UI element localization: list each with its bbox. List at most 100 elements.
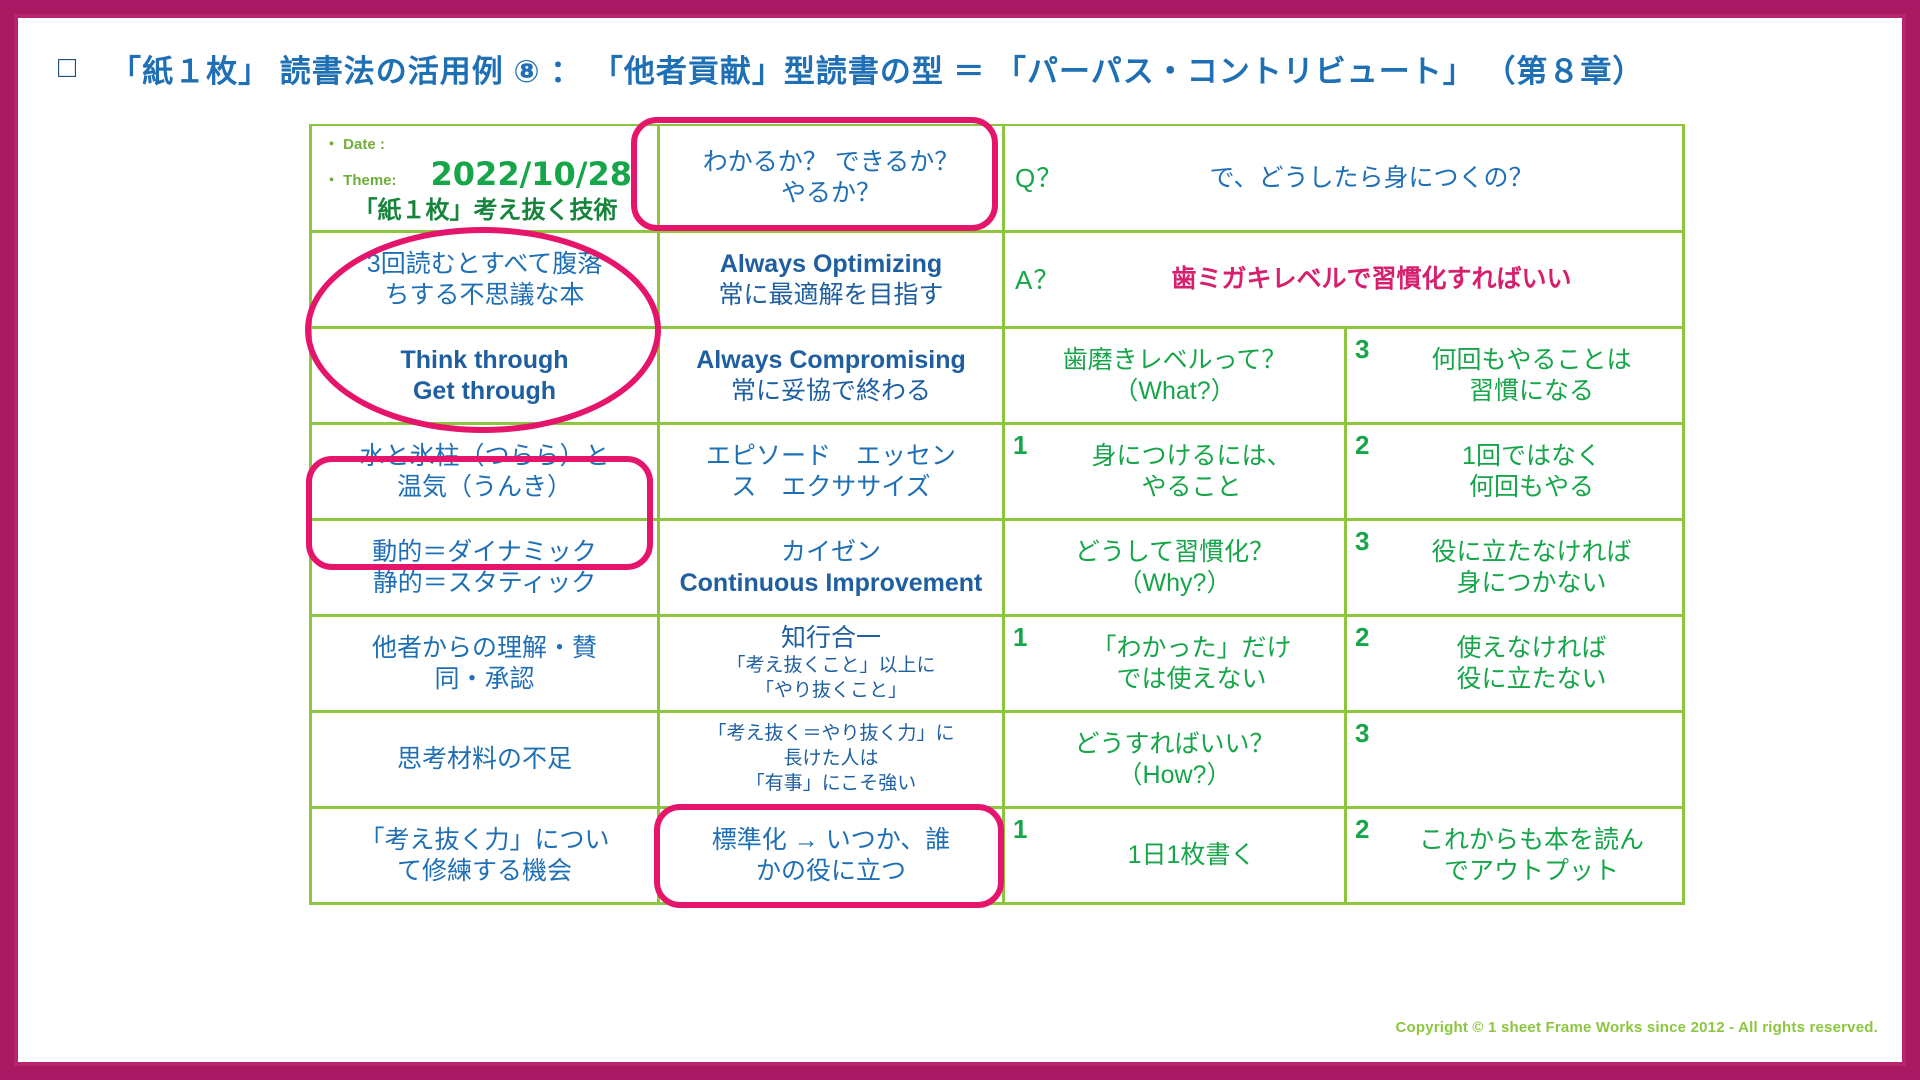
cell-line: 習慣になる (1468, 376, 1594, 405)
cell-line: Always Compromising (696, 345, 966, 374)
cell-line: 常に最適解を目指す (718, 280, 944, 309)
date-value: 2022/10/28 (430, 154, 633, 193)
question-tag: Q？ (1015, 162, 1064, 193)
cell-r5c2: カイゼン Continuous Improvement (660, 521, 1005, 618)
item-number: 3 (1355, 526, 1370, 557)
cell-line: カイゼン (780, 537, 881, 566)
cell-r2c1: 3回読むとすべて腹落 ちする不思議な本 (312, 233, 660, 330)
cell-line: やること (1141, 472, 1242, 501)
cell-line: 思考材料の不足 (396, 745, 572, 774)
cell-r4c2: エピソード エッセン ス エクササイズ (660, 425, 1005, 522)
cell-r5c1: 動的＝ダイナミック 静的＝スタティック (312, 521, 660, 618)
cell-line: わかるか？ できるか？ (702, 148, 960, 176)
cell-line: で、どうしたら身につくの？ (1209, 163, 1534, 192)
theme-value: 「紙１枚」考え抜く技術 (353, 197, 618, 225)
cell-line: （What?） (1113, 376, 1236, 405)
cell-line: でアウトプット (1443, 856, 1619, 885)
cell-r4c3: 1 身につけるには、 やること (1005, 425, 1347, 522)
slide-inner-frame: □ 「紙１枚」 読書法の活用例 ⑧ ： 「他者貢献」型読書の型 ＝ 「パーパス・… (14, 14, 1906, 1066)
cell-line: 水と氷柱（つらら）と (359, 441, 610, 470)
cell-r5c3: どうして習慣化？ （Why?） (1005, 521, 1347, 618)
date-label: ・ Date : (324, 136, 385, 153)
cell-r7c2: 「考え抜く＝やり抜く力」に 長けた人は 「有事」にこそ強い (660, 713, 1005, 810)
cell-line: これからも本を読ん (1418, 825, 1644, 854)
footer-copyright: Copyright © 1 sheet Frame Works since 20… (1395, 1019, 1878, 1036)
cell-r3c4: 3 何回もやることは 習慣になる (1347, 329, 1685, 426)
cell-line: 歯ミガキレベルで習慣化すればいい (1171, 265, 1572, 294)
answer-tag: A？ (1015, 264, 1061, 295)
cell-line: 他者からの理解・賛 (371, 633, 597, 662)
cell-r7c4: 3 (1347, 713, 1685, 810)
cell-subline: 「有事」にこそ強い (745, 772, 917, 794)
cell-r3c2: Always Compromising 常に妥協で終わる (660, 329, 1005, 426)
cell-line: 身につけるには、 (1091, 441, 1292, 470)
theme-row: ・ Theme: 2022/10/28 (324, 155, 647, 195)
cell-r4c1: 水と氷柱（つらら）と 温気（うんき） (312, 425, 660, 522)
cell-line: 1日1枚書く (1127, 841, 1256, 870)
cell-line: 動的＝ダイナミック (372, 537, 597, 566)
cell-line: 標準化 → いつか、誰 (711, 825, 951, 854)
cell-r8c2: 標準化 → いつか、誰 かの役に立つ (660, 809, 1005, 906)
cell-r1c3-question: Q？ で、どうしたら身につくの？ (1005, 126, 1685, 234)
cell-r6c1: 他者からの理解・賛 同・承認 (312, 617, 660, 714)
page-title: □ 「紙１枚」 読書法の活用例 ⑧ ： 「他者貢献」型読書の型 ＝ 「パーパス・… (58, 42, 1882, 94)
cell-line: やるか？ (780, 179, 881, 207)
cell-r7c1: 思考材料の不足 (312, 713, 660, 810)
cell-r8c4: 2 これからも本を読ん でアウトプット (1347, 809, 1685, 906)
item-number: 3 (1355, 718, 1370, 749)
cell-line: ちする不思議な本 (384, 280, 585, 309)
cell-subline: 「やり抜くこと」 (754, 680, 907, 702)
cell-line: 身につかない (1456, 568, 1607, 597)
cell-line: ス エクササイズ (731, 472, 931, 501)
cell-r5c4: 3 役に立たなければ 身につかない (1347, 521, 1685, 618)
cell-r6c3: 1 「わかった」だけ では使えない (1005, 617, 1347, 714)
cell-line: Continuous Improvement (679, 568, 983, 597)
header-date-theme-cell: ・ Date : ・ Theme: 2022/10/28 「紙１枚」考え抜く技術 (312, 126, 660, 234)
cell-line: て修練する機会 (396, 856, 572, 885)
cell-line: 歯磨きレベルって？ (1062, 345, 1287, 374)
cell-line: （Why?） (1117, 568, 1232, 597)
cell-r8c1: 「考え抜く力」につい て修練する機会 (312, 809, 660, 906)
cell-r8c3: 1 1日1枚書く (1005, 809, 1347, 906)
date-row: ・ Date : (324, 136, 647, 155)
cell-line: 役に立たない (1456, 664, 1607, 693)
cell-r2c3-answer: A？ 歯ミガキレベルで習慣化すればいい (1005, 233, 1685, 330)
slide-canvas: □ 「紙１枚」 読書法の活用例 ⑧ ： 「他者貢献」型読書の型 ＝ 「パーパス・… (0, 0, 1920, 1080)
item-number: 1 (1013, 622, 1028, 653)
page-title-text: 「紙１枚」 読書法の活用例 ⑧ ： 「他者貢献」型読書の型 ＝ 「パーパス・コン… (110, 53, 1645, 89)
cell-line: 知行合一 (780, 624, 881, 653)
cell-r6c4: 2 使えなければ 役に立たない (1347, 617, 1685, 714)
item-number: 2 (1355, 622, 1370, 653)
cell-r3c1: Think through Get through (312, 329, 660, 426)
cell-line: 使えなければ (1456, 633, 1607, 662)
cell-line: 同・承認 (434, 664, 535, 693)
cell-r6c2: 知行合一 「考え抜くこと」以上に 「やり抜くこと」 (660, 617, 1005, 714)
cell-line: 役に立たなければ (1431, 537, 1632, 566)
cell-subline: 長けた人は (783, 748, 879, 770)
cell-line: 1回ではなく (1462, 441, 1601, 470)
cell-line: 何回もやることは (1431, 345, 1632, 374)
cell-r1c2: わかるか？ できるか？ やるか？ (660, 126, 1005, 234)
cell-line: どうして習慣化？ (1074, 537, 1275, 566)
one-sheet-frame-grid: ・ Date : ・ Theme: 2022/10/28 「紙１枚」考え抜く技術… (309, 124, 1685, 906)
cell-line: Get through (412, 376, 557, 405)
cell-line: Always Optimizing (719, 249, 943, 278)
item-number: 3 (1355, 334, 1370, 365)
cell-r3c3: 歯磨きレベルって？ （What?） (1005, 329, 1347, 426)
item-number: 1 (1013, 430, 1028, 461)
item-number: 2 (1355, 814, 1370, 845)
item-number: 2 (1355, 430, 1370, 461)
cell-r7c3: どうすればいい？ （How?） (1005, 713, 1347, 810)
cell-r2c2: Always Optimizing 常に最適解を目指す (660, 233, 1005, 330)
theme-label: ・ Theme: (324, 171, 397, 189)
cell-subline: 「考え抜くこと」以上に (726, 655, 936, 677)
cell-line: 何回もやる (1468, 472, 1594, 501)
cell-line: かの役に立つ (755, 856, 906, 885)
cell-line: 常に妥協で終わる (730, 376, 931, 405)
checkbox-glyph-icon: □ (58, 51, 77, 84)
cell-line: 静的＝スタティック (372, 568, 597, 597)
cell-line: どうすればいい？ (1074, 729, 1275, 758)
cell-line: では使えない (1116, 664, 1267, 693)
cell-r4c4: 2 1回ではなく 何回もやる (1347, 425, 1685, 522)
item-number: 1 (1013, 814, 1028, 845)
